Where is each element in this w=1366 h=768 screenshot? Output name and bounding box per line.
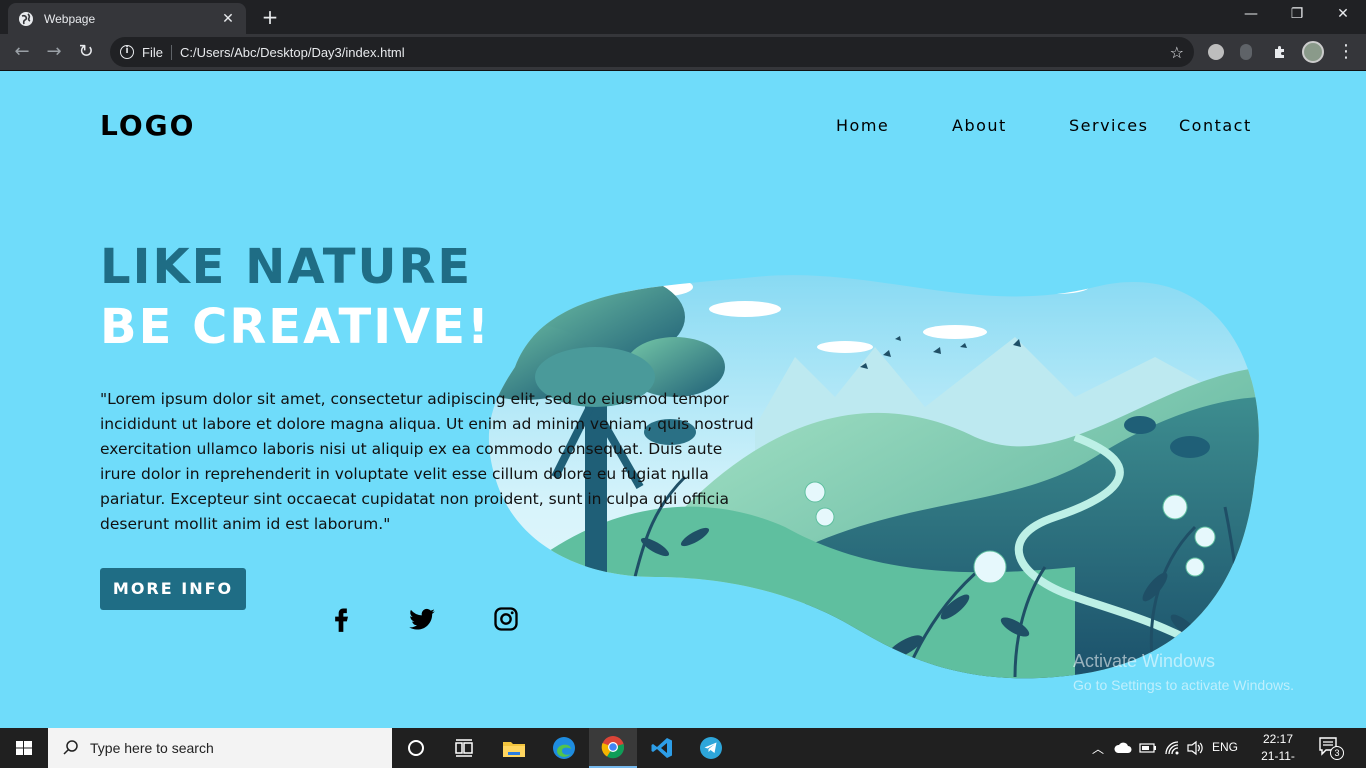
vscode-icon[interactable] [638,728,686,768]
reload-icon[interactable]: ↻ [74,40,98,64]
address-url[interactable]: C:/Users/Abc/Desktop/Day3/index.html [180,45,1170,60]
taskbar-search-placeholder: Type here to search [90,740,214,756]
restore-button[interactable]: ❐ [1274,0,1320,30]
activate-windows-subtitle: Go to Settings to activate Windows. [1073,677,1294,693]
volume-icon[interactable] [1186,740,1204,756]
hero-headline: LIKE NATURE [100,239,473,295]
nav-home[interactable]: Home [836,116,889,135]
browser-tab-strip: Webpage ✕ + — ❐ ✕ [0,0,1366,34]
action-center-button[interactable]: 3 [1318,736,1348,762]
chevron-up-icon[interactable]: ︿ [1092,740,1104,757]
menu-kebab-icon[interactable]: ⋮ [1334,40,1358,64]
file-explorer-icon[interactable] [490,728,538,768]
address-bar[interactable]: i File C:/Users/Abc/Desktop/Day3/index.h… [110,37,1194,67]
wifi-icon[interactable] [1164,740,1180,756]
twitter-icon[interactable] [408,605,436,633]
edge-browser-icon[interactable] [540,728,588,768]
activate-windows-title: Activate Windows [1073,651,1216,671]
bookmark-star-icon[interactable]: ☆ [1170,43,1184,62]
hero-paragraph: "Lorem ipsum dolor sit amet, consectetur… [100,390,754,533]
info-icon[interactable]: i [120,45,134,59]
webpage: LOGO Home About Services Contact LIKE NA… [0,71,1366,728]
forward-arrow-icon[interactable]: → [42,40,66,64]
back-arrow-icon[interactable]: ← [10,40,34,64]
telegram-icon[interactable] [687,728,735,768]
puzzle-extensions-icon[interactable] [1272,44,1288,60]
more-info-button[interactable]: MORE INFO [100,568,246,610]
language-indicator[interactable]: ENG [1212,740,1238,754]
clock-time: 22:17 [1262,732,1294,746]
logo[interactable]: LOGO [100,109,195,142]
tab-close-icon[interactable]: ✕ [220,11,236,27]
search-icon [63,740,78,755]
windows-start-icon[interactable] [0,728,48,768]
browser-toolbar: ← → ↻ i File C:/Users/Abc/Desktop/Day3/i… [0,34,1366,70]
browser-tab[interactable]: Webpage ✕ [8,3,246,34]
chrome-browser-icon[interactable] [589,728,637,768]
notification-badge: 3 [1330,746,1344,760]
address-scheme: File [142,44,172,60]
onedrive-cloud-icon[interactable] [1114,741,1132,755]
globe-icon [19,11,33,26]
taskbar-clock[interactable]: 22:17 21-11-2020 [1248,731,1308,768]
clock-date: 21-11-2020 [1261,749,1295,768]
task-view-icon[interactable] [440,728,488,768]
cortana-icon[interactable] [392,728,440,768]
extension-icon[interactable] [1208,44,1224,60]
tab-title: Webpage [44,11,96,26]
nav-contact[interactable]: Contact [1179,116,1252,135]
nav-about[interactable]: About [952,116,1007,135]
extension-icon[interactable] [1240,44,1252,60]
windows-taskbar: Type here to search ︿ ENG 22:17 21-11-20… [0,728,1366,768]
avatar[interactable] [1302,41,1324,63]
hero-subheadline: BE CREATIVE! [100,299,491,355]
new-tab-button[interactable]: + [258,6,282,30]
nav-services[interactable]: Services [1069,116,1148,135]
battery-icon[interactable] [1139,742,1157,754]
taskbar-search-input[interactable]: Type here to search [48,728,392,768]
minimize-button[interactable]: — [1228,0,1274,30]
facebook-icon[interactable] [327,605,355,633]
close-window-button[interactable]: ✕ [1320,0,1366,30]
